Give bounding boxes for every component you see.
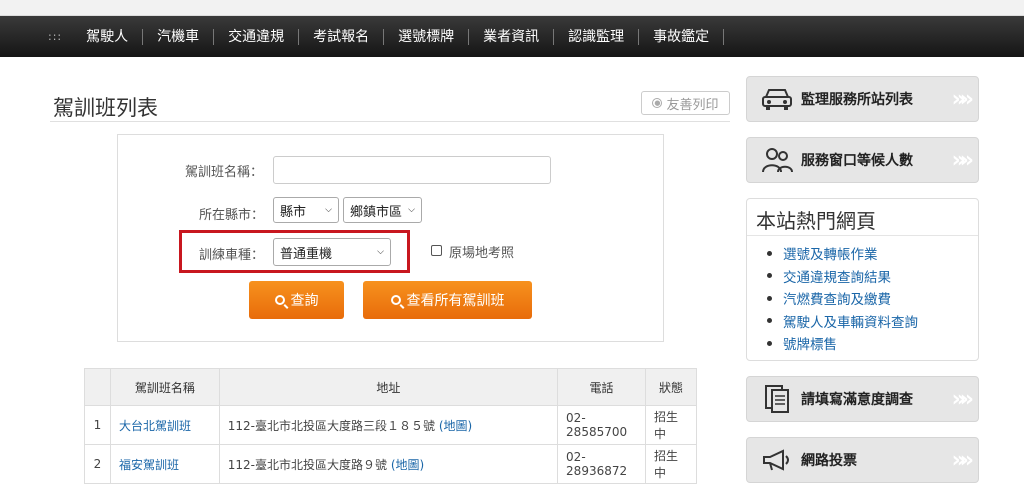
query-button-label: 查詢 xyxy=(290,293,319,309)
bullet xyxy=(767,273,772,279)
row-number: 1 xyxy=(84,405,111,445)
chevron-down-icon: ⌵ xyxy=(408,205,415,215)
hot-pages-panel: 本站熱門網頁 選號及轉帳作業 交通違規查詢結果 汽燃費查詢及繳費 駕駛人及車輛資… xyxy=(746,198,979,361)
vote-button[interactable]: 網路投票 »» xyxy=(746,437,979,483)
col-header-address: 地址 xyxy=(218,368,559,406)
col-header-status: 狀態 xyxy=(645,368,697,406)
nav-menu-dots[interactable]: ::: xyxy=(48,30,62,43)
view-all-button[interactable]: 查看所有駕訓班 xyxy=(363,281,532,319)
hot-link[interactable]: 號牌標售 xyxy=(783,333,837,353)
row-number: 2 xyxy=(84,444,111,484)
station-list-button[interactable]: 監理服務所站列表 »» xyxy=(746,76,979,122)
highlight-box xyxy=(179,230,410,273)
chevron-down-icon: ⌵ xyxy=(325,205,332,215)
bullet xyxy=(767,340,772,346)
table-row: 1 大台北駕訓班 112-臺北市北投區大度路三段１８５號 (地圖) 02-285… xyxy=(84,405,697,445)
survey-label: 請填寫滿意度調查 xyxy=(801,392,913,408)
city-select[interactable]: 縣市 ⌵ xyxy=(273,197,339,223)
school-phone: 02-28936872 xyxy=(557,444,647,484)
hot-link[interactable]: 駕駛人及車輛資料查詢 xyxy=(783,311,918,331)
survey-button[interactable]: 請填寫滿意度調查 »» xyxy=(746,376,979,422)
district-select[interactable]: 鄉鎮市區 ⌵ xyxy=(343,197,422,223)
print-icon: ● xyxy=(652,98,663,108)
name-input[interactable] xyxy=(273,156,551,184)
main-nav: ::: 駕駛人 汽機車 交通違規 考試報名 選號標牌 業者資訊 認識監理 事故鑑… xyxy=(0,16,1024,57)
list-item: 選號及轉帳作業 xyxy=(767,242,978,265)
school-name-link[interactable]: 大台北駕訓班 xyxy=(119,419,191,433)
print-button[interactable]: ● 友善列印 xyxy=(641,91,730,115)
vote-label: 網路投票 xyxy=(801,453,857,469)
school-phone: 02-28585700 xyxy=(557,405,647,445)
hot-link[interactable]: 交通違規查詢結果 xyxy=(783,266,891,286)
megaphone-icon xyxy=(759,445,795,475)
nav-item-vehicle[interactable]: 汽機車 xyxy=(143,29,213,45)
double-chevron-right-icon: »» xyxy=(951,147,975,173)
list-item: 交通違規查詢結果 xyxy=(767,265,978,288)
district-select-value: 鄉鎮市區 xyxy=(350,204,403,220)
hot-pages-title: 本站熱門網頁 xyxy=(747,199,978,236)
school-name-link[interactable]: 福安駕訓班 xyxy=(119,458,179,472)
hot-link[interactable]: 選號及轉帳作業 xyxy=(783,243,878,263)
query-button[interactable]: 查詢 xyxy=(249,281,344,319)
list-item: 汽燃費查詢及繳費 xyxy=(767,287,978,310)
view-all-button-label: 查看所有駕訓班 xyxy=(406,293,505,309)
col-header-name: 駕訓班名稱 xyxy=(109,368,220,406)
location-label: 所在縣市： xyxy=(199,208,265,223)
table-row: 2 福安駕訓班 112-臺北市北投區大度路９號 (地圖) 02-28936872… xyxy=(84,444,697,484)
list-item: 號牌標售 xyxy=(767,332,978,355)
bullet xyxy=(767,250,772,256)
bullet xyxy=(767,318,772,324)
search-icon xyxy=(274,295,285,305)
top-strip xyxy=(0,0,1024,16)
table-header-row: 駕訓班名稱 地址 電話 狀態 xyxy=(84,368,697,406)
title-divider xyxy=(50,121,730,122)
double-chevron-right-icon: »» xyxy=(951,386,975,412)
school-address: 112-臺北市北投區大度路三段１８５號 xyxy=(227,418,435,433)
nav-item-violation[interactable]: 交通違規 xyxy=(214,29,298,45)
same-site-checkbox[interactable] xyxy=(431,245,442,256)
school-address: 112-臺北市北投區大度路９號 xyxy=(227,457,387,472)
wait-count-button[interactable]: 服務窗口等候人數 »» xyxy=(746,137,979,183)
school-status: 招生中 xyxy=(645,444,697,484)
map-link[interactable]: (地圖) xyxy=(391,458,424,472)
same-site-label: 原場地考照 xyxy=(449,246,515,261)
car-icon xyxy=(759,84,795,114)
list-item: 駕駛人及車輛資料查詢 xyxy=(767,310,978,333)
nav-item-plate[interactable]: 選號標牌 xyxy=(384,29,468,45)
print-label: 友善列印 xyxy=(666,97,719,113)
col-header-number xyxy=(84,368,111,406)
col-header-phone: 電話 xyxy=(557,368,647,406)
nav-item-about[interactable]: 認識監理 xyxy=(554,29,638,45)
nav-divider xyxy=(723,28,725,45)
wait-count-label: 服務窗口等候人數 xyxy=(801,153,913,169)
document-icon xyxy=(759,384,795,414)
name-label: 駕訓班名稱： xyxy=(185,165,264,180)
double-chevron-right-icon: »» xyxy=(951,447,975,473)
nav-item-accident[interactable]: 事故鑑定 xyxy=(639,29,723,45)
map-link[interactable]: (地圖) xyxy=(439,419,472,433)
nav-item-exam[interactable]: 考試報名 xyxy=(299,29,383,45)
school-table: 駕訓班名稱 地址 電話 狀態 1 大台北駕訓班 112-臺北市北投區大度路三段１… xyxy=(84,368,697,484)
nav-item-driver[interactable]: 駕駛人 xyxy=(72,29,142,45)
nav-item-business[interactable]: 業者資訊 xyxy=(469,29,553,45)
school-status: 招生中 xyxy=(645,405,697,445)
search-icon xyxy=(390,295,401,305)
double-chevron-right-icon: »» xyxy=(951,86,975,112)
station-list-label: 監理服務所站列表 xyxy=(801,92,913,108)
bullet xyxy=(767,295,772,301)
hot-link[interactable]: 汽燃費查詢及繳費 xyxy=(783,288,891,308)
city-select-value: 縣市 xyxy=(280,204,307,220)
page-title: 駕訓班列表 xyxy=(53,96,158,120)
people-icon xyxy=(759,145,795,175)
